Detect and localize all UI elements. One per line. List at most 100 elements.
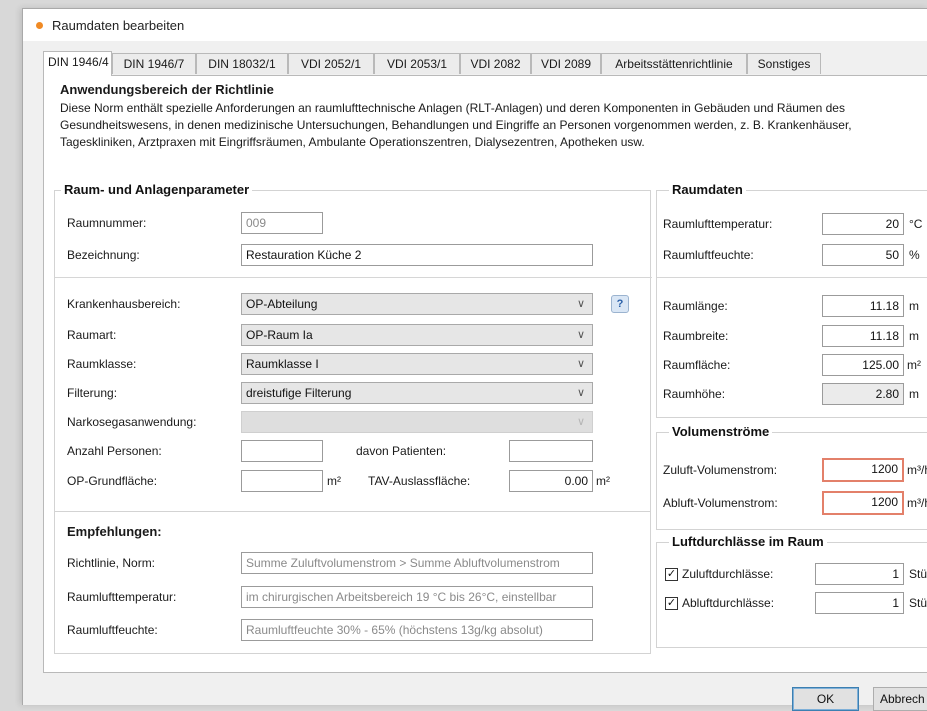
chevron-down-icon: ∨	[576, 329, 585, 341]
raumklasse-value: Raumklasse I	[246, 357, 319, 371]
tab-vdi-2082[interactable]: VDI 2082	[460, 53, 531, 74]
raumfeuchte-unit: %	[909, 248, 920, 262]
title-bar: Raumdaten bearbeiten	[23, 9, 927, 41]
raumtemp-unit: °C	[909, 217, 923, 231]
abluftdurchlaesse-label: Abluftdurchlässe:	[682, 596, 775, 610]
raumtemp-label: Raumlufttemperatur:	[663, 217, 773, 231]
raumart-value: OP-Raum Ia	[246, 328, 313, 342]
recommendations-group: Empfehlungen: Richtlinie, Norm: Summe Zu…	[54, 512, 651, 654]
raumhoehe-field[interactable]: 2.80	[822, 383, 904, 405]
rec-temp-field: im chirurgischen Arbeitsbereich 19 °C bi…	[241, 586, 593, 608]
raumklasse-select[interactable]: Raumklasse I ∨	[241, 353, 593, 375]
tab-sonstiges[interactable]: Sonstiges	[747, 53, 821, 74]
rec-norm-field: Summe Zuluftvolumenstrom > Summe Abluftv…	[241, 552, 593, 574]
cancel-button[interactable]: Abbrech	[873, 687, 927, 711]
zuluftdurchlaesse-unit: Stück	[909, 567, 927, 581]
zuluft-volumenstrom-field[interactable]: 1200	[822, 458, 904, 482]
raumlaenge-label: Raumlänge:	[663, 299, 728, 313]
dialog-window: Raumdaten bearbeiten DIN 1946/4 DIN 1946…	[22, 8, 927, 711]
tav-unit: m²	[596, 474, 610, 488]
volume-flows-title: Volumenströme	[669, 424, 773, 439]
raumbreite-label: Raumbreite:	[663, 329, 729, 343]
abluftdurchlaesse-unit: Stück	[909, 596, 927, 610]
air-outlets-title: Luftdurchlässe im Raum	[669, 534, 827, 549]
chevron-down-icon: ∨	[576, 387, 585, 399]
raumhoehe-unit: m	[909, 387, 919, 401]
krankenhausbereich-select[interactable]: OP-Abteilung ∨	[241, 293, 593, 315]
zuluft-volumenstrom-unit: m³/h	[907, 463, 927, 477]
tab-vdi-2089[interactable]: VDI 2089	[531, 53, 601, 74]
zuluftdurchlaesse-checkbox[interactable]: ✓	[665, 568, 678, 581]
tab-vdi-2052-1[interactable]: VDI 2052/1	[288, 53, 374, 74]
help-info-icon[interactable]: ?	[611, 295, 629, 313]
chevron-down-icon: ∨	[576, 298, 585, 310]
personen-field[interactable]	[241, 440, 323, 462]
tab-din-1946-4[interactable]: DIN 1946/4	[43, 51, 112, 76]
krankenhausbereich-label: Krankenhausbereich:	[67, 297, 181, 311]
volume-flows-group: Volumenströme Zuluft-Volumenstrom: 1200 …	[656, 424, 927, 530]
op-flaeche-label: OP-Grundfläche:	[67, 474, 158, 488]
group-divider	[657, 277, 927, 278]
raumflaeche-label: Raumfläche:	[663, 358, 731, 372]
tab-din-18032-1[interactable]: DIN 18032/1	[196, 53, 288, 74]
tab-strip: DIN 1946/4 DIN 1946/7 DIN 18032/1 VDI 20…	[43, 51, 927, 76]
bezeichnung-label: Bezeichnung:	[67, 248, 140, 262]
tab-arbeitsstaettenrichtlinie[interactable]: Arbeitsstättenrichtlinie	[601, 53, 747, 74]
raumnummer-field[interactable]: 009	[241, 212, 323, 234]
personen-label: Anzahl Personen:	[67, 444, 162, 458]
filterung-value: dreistufige Filterung	[246, 386, 352, 400]
raumlaenge-field[interactable]: 11.18	[822, 295, 904, 317]
raumlaenge-unit: m	[909, 299, 919, 313]
tab-din-1946-7[interactable]: DIN 1946/7	[112, 53, 196, 74]
app-dot-icon	[36, 22, 43, 29]
zuluftdurchlaesse-field[interactable]: 1	[815, 563, 904, 585]
abluftdurchlaesse-checkbox[interactable]: ✓	[665, 597, 678, 610]
scope-title: Anwendungsbereich der Richtlinie	[60, 82, 274, 97]
op-flaeche-unit: m²	[327, 474, 341, 488]
patienten-label: davon Patienten:	[356, 444, 447, 458]
raumart-label: Raumart:	[67, 328, 117, 342]
chevron-down-icon: ∨	[576, 358, 585, 370]
raumfeuchte-field[interactable]: 50	[822, 244, 904, 266]
tab-vdi-2053-1[interactable]: VDI 2053/1	[374, 53, 460, 74]
window-title: Raumdaten bearbeiten	[52, 18, 185, 33]
bezeichnung-field[interactable]: Restauration Küche 2	[241, 244, 593, 266]
ok-button[interactable]: OK	[792, 687, 859, 711]
raumart-select[interactable]: OP-Raum Ia ∨	[241, 324, 593, 346]
chevron-down-icon: ∨	[576, 416, 585, 428]
raumfeuchte-label: Raumluftfeuchte:	[663, 248, 754, 262]
raumnummer-label: Raumnummer:	[67, 216, 147, 230]
room-params-title: Raum- und Anlagenparameter	[61, 182, 253, 197]
rec-norm-label: Richtlinie, Norm:	[67, 556, 156, 570]
raumflaeche-field[interactable]: 125.00	[822, 354, 904, 376]
scope-description: Diese Norm enthält spezielle Anforderung…	[60, 101, 852, 149]
narkose-select[interactable]: ∨	[241, 411, 593, 433]
narkose-label: Narkosegasanwendung:	[67, 415, 197, 429]
rec-feuchte-label: Raumluftfeuchte:	[67, 623, 158, 637]
raumklasse-label: Raumklasse:	[67, 357, 137, 371]
raumflaeche-unit: m²	[907, 358, 921, 372]
patienten-field[interactable]	[509, 440, 593, 462]
abluft-volumenstrom-unit: m³/h	[907, 496, 927, 510]
room-data-title: Raumdaten	[669, 182, 746, 197]
zuluft-volumenstrom-label: Zuluft-Volumenstrom:	[663, 463, 778, 477]
abluft-volumenstrom-field[interactable]: 1200	[822, 491, 904, 515]
abluftdurchlaesse-field[interactable]: 1	[815, 592, 904, 614]
krankenhausbereich-value: OP-Abteilung	[246, 297, 318, 311]
rec-temp-label: Raumlufttemperatur:	[67, 590, 177, 604]
rec-feuchte-field: Raumluftfeuchte 30% - 65% (höchstens 13g…	[241, 619, 593, 641]
raumhoehe-label: Raumhöhe:	[663, 387, 726, 401]
tav-label: TAV-Auslassfläche:	[368, 474, 471, 488]
tab-page-din-1946-4: Anwendungsbereich der Richtlinie Diese N…	[43, 75, 927, 673]
raumtemp-field[interactable]: 20	[822, 213, 904, 235]
raumbreite-field[interactable]: 11.18	[822, 325, 904, 347]
tav-field[interactable]: 0.00	[509, 470, 593, 492]
room-params-group: Raum- und Anlagenparameter Raumnummer: 0…	[54, 182, 652, 512]
op-flaeche-field[interactable]	[241, 470, 323, 492]
air-outlets-group: Luftdurchlässe im Raum ✓ Zuluftdurchläss…	[656, 534, 927, 648]
raumbreite-unit: m	[909, 329, 919, 343]
group-divider	[55, 277, 652, 278]
room-data-group: Raumdaten Raumlufttemperatur: 20 °C Raum…	[656, 182, 927, 418]
abluft-volumenstrom-label: Abluft-Volumenstrom:	[663, 496, 778, 510]
filterung-select[interactable]: dreistufige Filterung ∨	[241, 382, 593, 404]
